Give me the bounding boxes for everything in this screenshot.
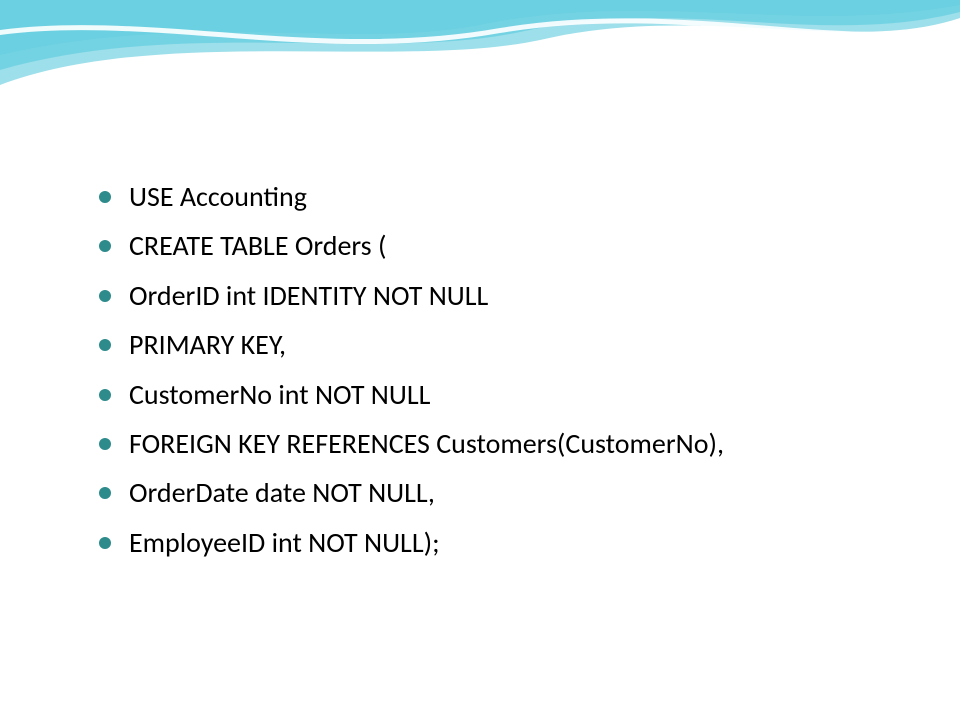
list-item: EmployeeID int NOT NULL); — [95, 521, 880, 564]
list-item: PRIMARY KEY, — [95, 323, 880, 366]
list-item: USE Accounting — [95, 175, 880, 218]
list-item: CustomerNo int NOT NULL — [95, 373, 880, 416]
list-item: FOREIGN KEY REFERENCES Customers(Custome… — [95, 422, 880, 465]
bullet-list: USE Accounting CREATE TABLE Orders ( Ord… — [95, 175, 880, 564]
list-item: OrderID int IDENTITY NOT NULL — [95, 274, 880, 317]
wave-decoration — [0, 0, 960, 180]
list-item: CREATE TABLE Orders ( — [95, 224, 880, 267]
list-item: OrderDate date NOT NULL, — [95, 471, 880, 514]
slide-content: USE Accounting CREATE TABLE Orders ( Ord… — [95, 175, 880, 570]
